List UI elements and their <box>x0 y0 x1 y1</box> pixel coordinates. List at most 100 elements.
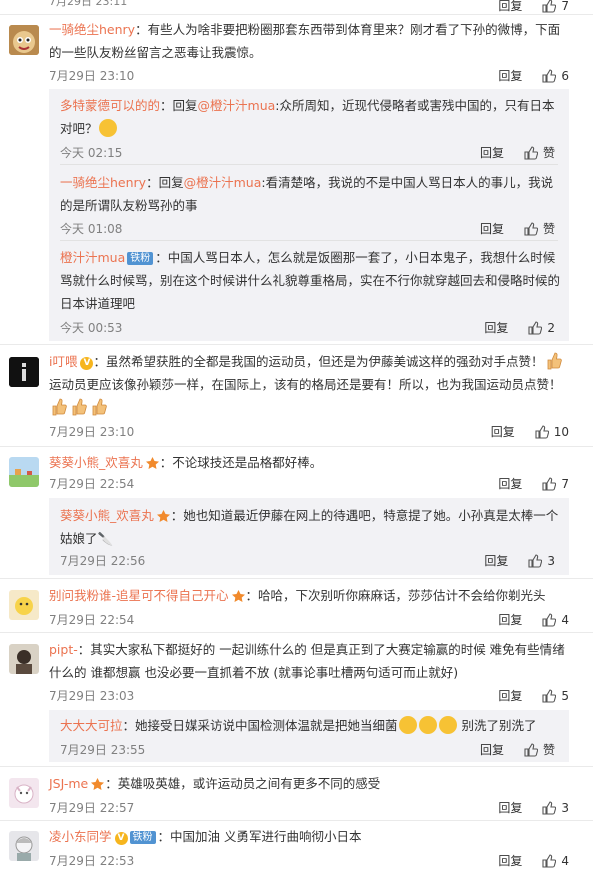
avatar-image <box>9 778 39 808</box>
reply-button[interactable]: 回复 <box>484 552 508 569</box>
comment-actions: 回复 4 <box>498 852 569 869</box>
reply-button[interactable]: 回复 <box>498 687 522 704</box>
sub-comment: 大大大可拉：她接受日媒采访说中国检测体温就是把她当细菌 别洗了别洗了 <box>60 714 560 737</box>
like-button[interactable]: 7 <box>542 477 569 491</box>
divider <box>0 14 593 15</box>
comment-body: 葵葵小熊_欢喜丸 ：不论球技还是品格都好棒。 <box>49 451 569 474</box>
comment-author[interactable]: i叮喂 <box>49 354 77 369</box>
thumbs-up-icon <box>528 320 543 335</box>
sub-comment-author[interactable]: 大大大可拉 <box>60 718 123 733</box>
fan-badge: 铁粉 <box>129 831 156 844</box>
reply-button[interactable]: 回复 <box>480 144 504 161</box>
reply-button[interactable]: 回复 <box>498 475 522 492</box>
verified-icon: V <box>114 832 128 845</box>
comment-body: 一骑绝尘henry：有些人为啥非要把粉圈那套东西带到体育里来？刚才看了下孙的微博… <box>49 18 569 64</box>
sub-comments: 多特蒙德可以的的：回复@橙汁汁mua:众所周知，近现代侵略者或害残中国的，只有日… <box>49 89 569 341</box>
avatar[interactable] <box>9 590 39 620</box>
verified-icon: V <box>80 357 94 370</box>
divider <box>0 344 593 345</box>
reply-button[interactable]: 回复 <box>480 220 504 237</box>
like-button[interactable]: 赞 <box>524 220 555 237</box>
sub-comment: 葵葵小熊_欢喜丸 ：她也知道最近伊藤在网上的待遇吧，特意提了她。小孙真是太棒一个姑… <box>60 504 560 550</box>
avatar[interactable] <box>9 357 39 387</box>
thumbs-up-icon <box>535 424 549 439</box>
comment-time: 7月29日 23:10 <box>49 425 135 439</box>
comment-author[interactable]: 葵葵小熊_欢喜丸 <box>49 455 143 470</box>
reply-button[interactable]: 回复 <box>498 611 522 628</box>
reply-button[interactable]: 回复 <box>498 67 522 84</box>
mention-link[interactable]: @橙汁汁mua <box>184 175 262 190</box>
like-count: 6 <box>561 68 569 83</box>
comment-author[interactable]: 凌小东同学 <box>49 829 112 844</box>
sub-comment-actions: 回复 赞 <box>480 741 555 758</box>
like-button[interactable]: 赞 <box>524 144 555 161</box>
mention-link[interactable]: @橙汁汁mua <box>198 98 276 113</box>
like-button[interactable]: 4 <box>542 854 569 868</box>
sub-comment-author[interactable]: 葵葵小熊_欢喜丸 <box>60 508 154 523</box>
like-button[interactable]: 10 <box>535 425 569 439</box>
avatar-image <box>9 831 39 861</box>
divider <box>0 632 593 633</box>
sub-comment-author[interactable]: 橙汁汁mua <box>60 250 125 265</box>
divider <box>60 164 558 165</box>
avatar[interactable] <box>9 831 39 861</box>
reply-button[interactable]: 回复 <box>480 741 504 758</box>
reply-button[interactable]: 回复 <box>498 799 522 816</box>
sub-comments: 大大大可拉：她接受日媒采访说中国检测体温就是把她当细菌 别洗了别洗了 7月29日… <box>49 710 569 762</box>
reply-button[interactable]: 回复 <box>484 319 508 336</box>
sub-comment-author[interactable]: 一骑绝尘henry <box>60 175 146 190</box>
like-button[interactable]: 5 <box>542 689 569 703</box>
like-label: 赞 <box>542 222 555 236</box>
sub-comment-actions: 回复 2 <box>484 319 555 336</box>
fan-level-icon <box>91 778 105 790</box>
like-button[interactable]: 3 <box>542 801 569 815</box>
comment-author[interactable]: 别问我粉谁-追星可不得自己开心 <box>49 588 229 603</box>
sub-comment-time: 7月29日 23:55 <box>60 743 146 757</box>
divider <box>0 578 593 579</box>
sub-comment-time: 7月29日 22:56 <box>60 554 146 568</box>
sub-comment-time: 今天 02:15 <box>60 146 123 160</box>
comment-actions: 回复 6 <box>498 67 569 84</box>
like-button[interactable]: 6 <box>542 69 569 83</box>
thumbs-up-icon <box>528 553 543 568</box>
sub-comment-text: ：她接受日媒采访说中国检测体温就是把她当细菌 <box>122 718 398 733</box>
comment-author[interactable]: pipt- <box>49 642 78 657</box>
like-label: 赞 <box>542 743 555 757</box>
like-count: 5 <box>561 688 569 703</box>
comment-author[interactable]: 一骑绝尘henry <box>49 22 135 37</box>
sub-comment-author[interactable]: 多特蒙德可以的的 <box>60 98 160 113</box>
like-count: 10 <box>553 424 569 439</box>
comment-time: 7月29日 22:53 <box>49 854 135 868</box>
comment-actions: 回复 7 <box>498 475 569 492</box>
thumbs-up-icon <box>524 145 538 160</box>
dizzy-emoji-icon <box>438 716 457 734</box>
sub-comment-text: 别洗了别洗了 <box>457 718 537 733</box>
reply-button[interactable]: 回复 <box>498 852 522 869</box>
like-button[interactable]: 赞 <box>524 741 555 758</box>
comment-text: ：哈哈，下次别听你麻麻话，莎莎估计不会给你剃光头 <box>245 588 546 603</box>
dizzy-emoji-icon <box>418 716 437 734</box>
avatar-image <box>9 25 39 55</box>
avatar[interactable] <box>9 457 39 487</box>
like-count: 3 <box>561 800 569 815</box>
comment-body: i叮喂 V ：虽然希望获胜的全都是我国的运动员，但还是为伊藤美诚这样的强劲对手点赞！… <box>49 350 569 419</box>
reply-prefix: ：回复 <box>146 175 184 190</box>
like-button[interactable]: 2 <box>528 321 555 335</box>
like-button[interactable]: 3 <box>528 554 555 568</box>
fan-level-icon <box>145 457 159 469</box>
comment-time: 7月29日 22:54 <box>49 477 135 491</box>
reply-button[interactable]: 回复 <box>491 423 515 440</box>
comment-text: ：其实大家私下都挺好的 一起训练什么的 但是真正到了大赛定输赢的时候 难免有些情… <box>49 642 565 680</box>
thumbs-up-emoji-icon <box>92 398 107 416</box>
comment-text: ：不论球技还是品格都好棒。 <box>159 455 323 470</box>
comment-author[interactable]: JSJ-me <box>49 776 88 791</box>
avatar[interactable] <box>9 25 39 55</box>
comment-time: 7月29日 23:03 <box>49 689 135 703</box>
reply-button[interactable]: 回复 <box>498 0 522 14</box>
like-button[interactable]: 4 <box>542 613 569 627</box>
avatar[interactable] <box>9 778 39 808</box>
smile-emoji-icon <box>98 119 117 137</box>
like-count: 4 <box>561 853 569 868</box>
avatar[interactable] <box>9 644 39 674</box>
like-button[interactable]: 7 <box>542 0 569 13</box>
